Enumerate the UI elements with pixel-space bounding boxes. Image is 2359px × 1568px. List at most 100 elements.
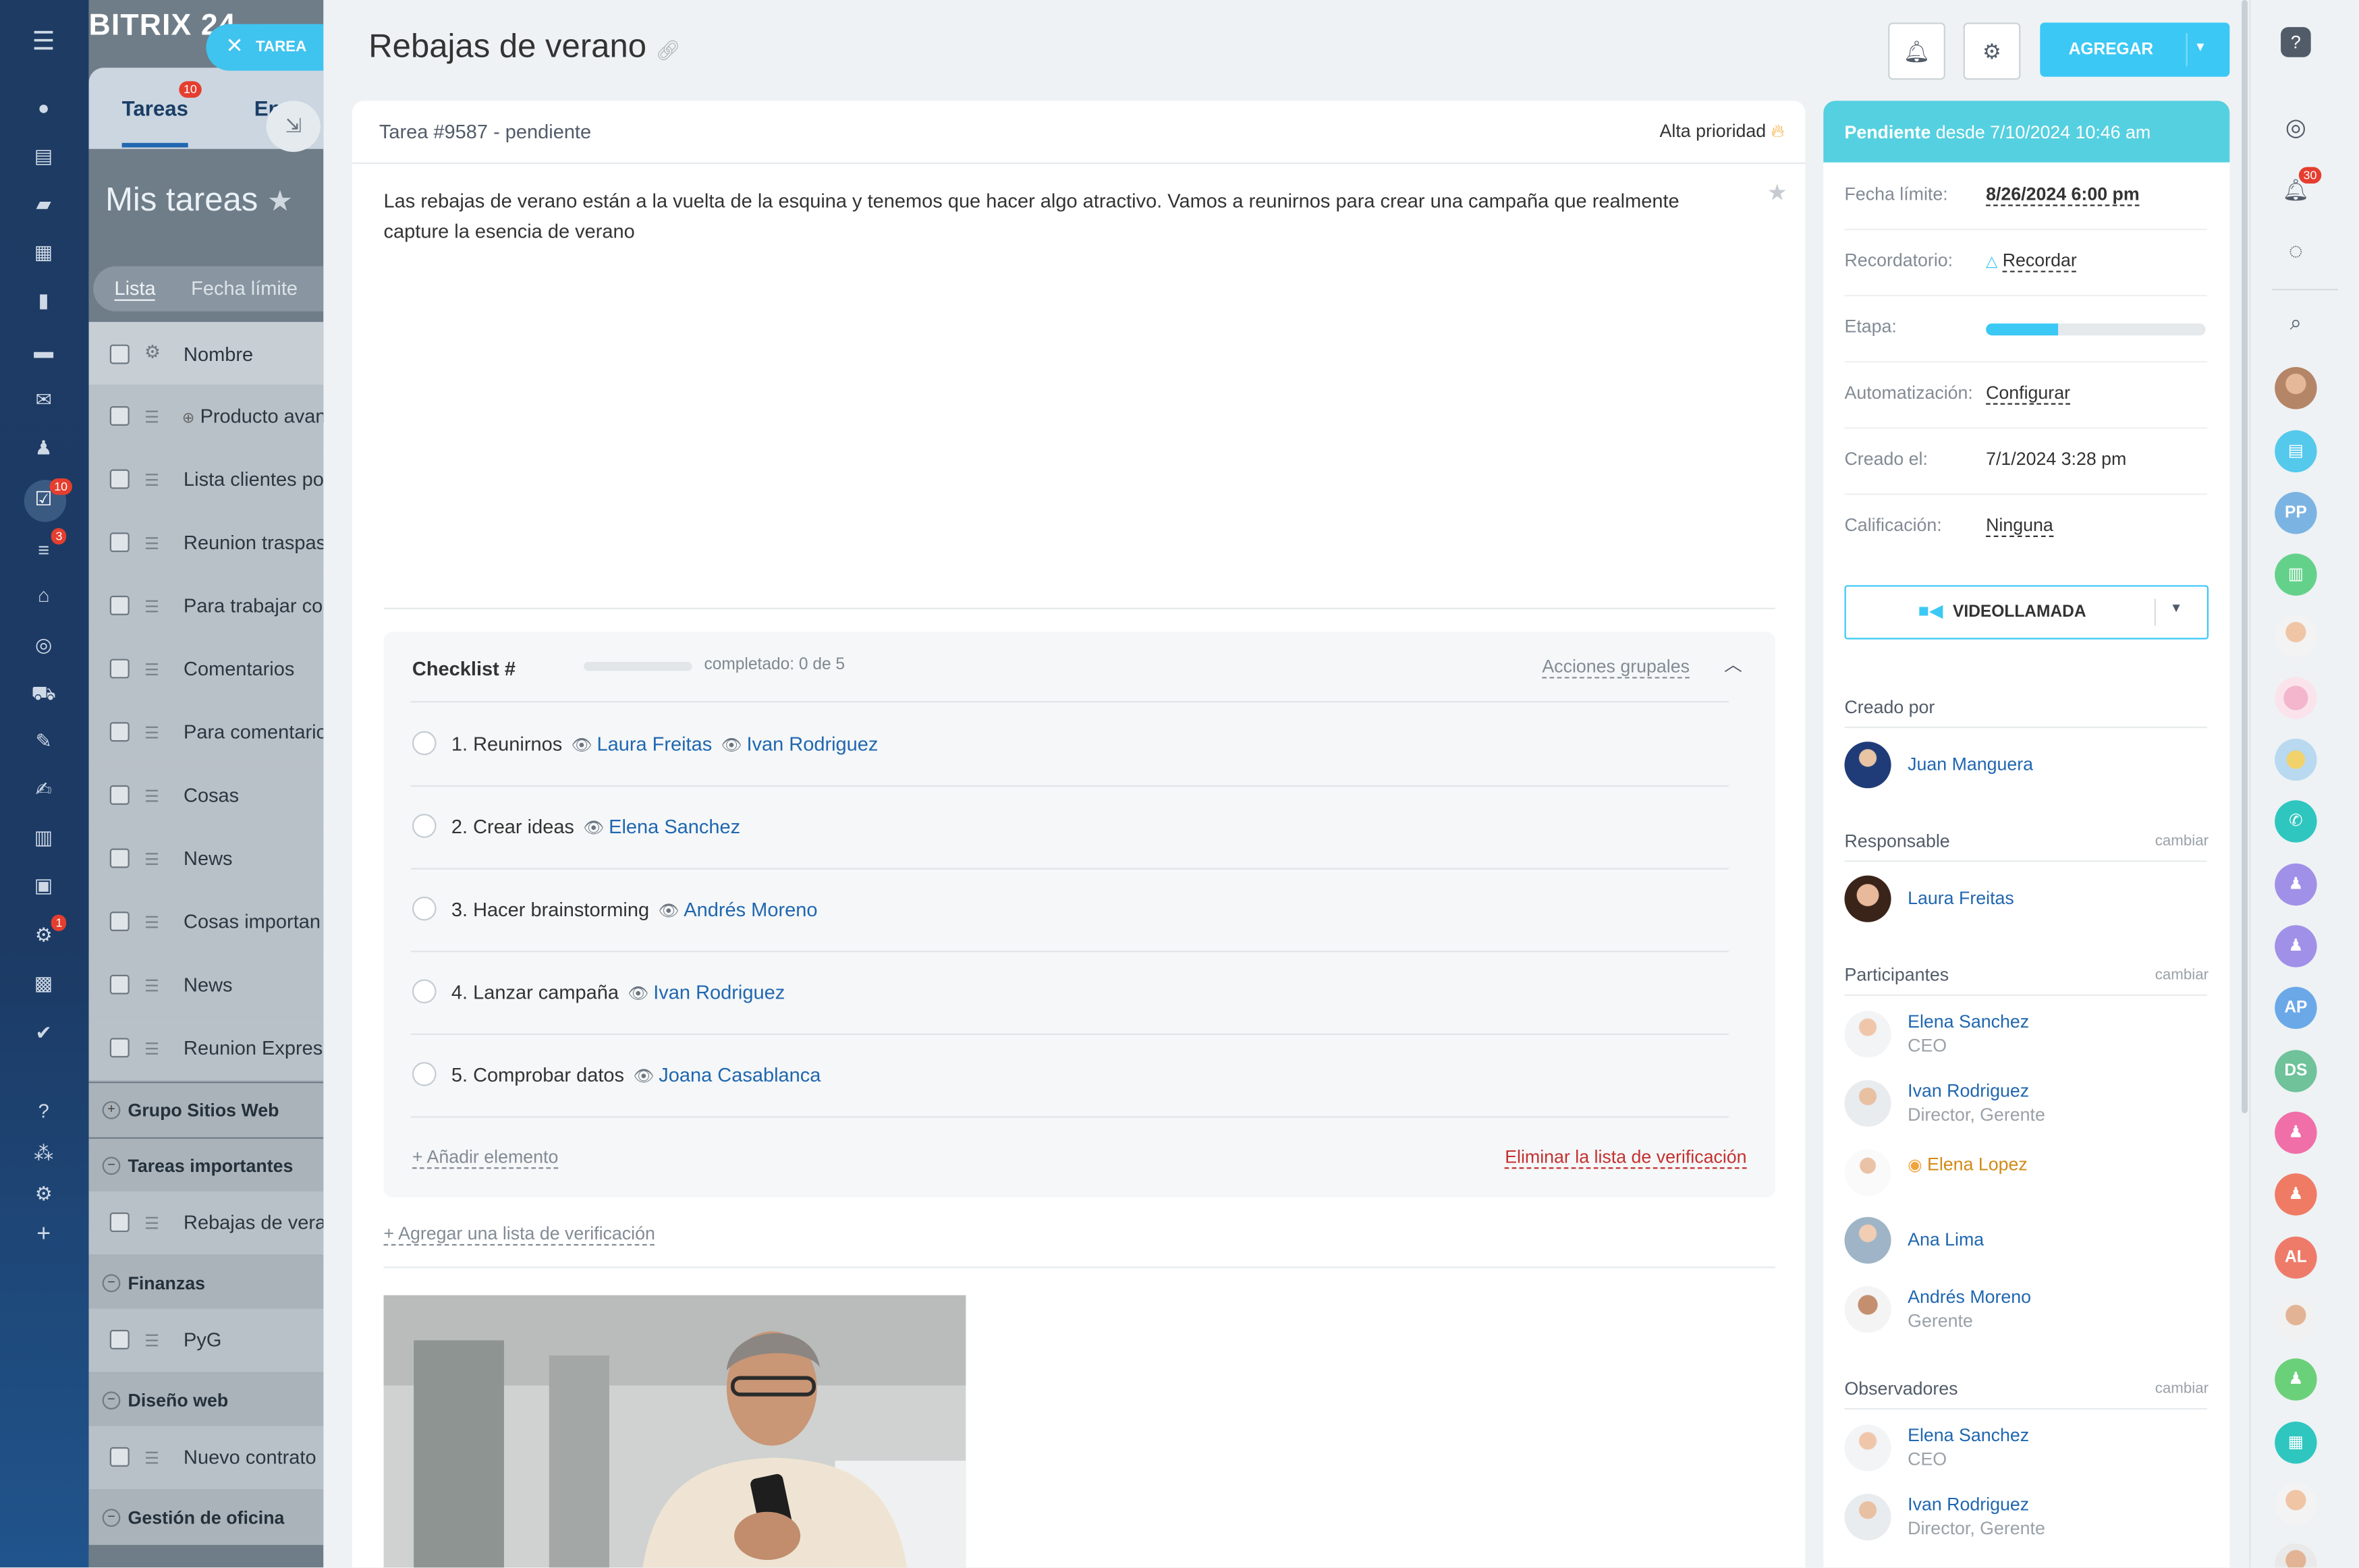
collapse-icon[interactable]: −	[102, 1509, 121, 1528]
drive-icon[interactable]: ▬	[27, 339, 60, 366]
checklist-item-checkbox[interactable]	[412, 979, 437, 1004]
stage-progress-bar[interactable]	[1986, 323, 2206, 336]
expand-icon[interactable]: +	[102, 1101, 121, 1119]
settings-icon[interactable]: ⚙	[27, 1181, 60, 1208]
group-header[interactable]: − Diseño web	[88, 1373, 324, 1428]
row-checkbox[interactable]	[109, 1329, 130, 1349]
avatar[interactable]	[2275, 1298, 2317, 1341]
person-link[interactable]: Ivan Rodriguez	[746, 733, 878, 755]
link-icon[interactable]: 🔗︎	[656, 39, 681, 61]
chat-icon[interactable]: ▰	[27, 191, 60, 218]
person-link[interactable]: Joana Casablanca	[659, 1063, 821, 1086]
table-row[interactable]: ☰ Reunion Express	[88, 1017, 324, 1082]
group-chat-icon[interactable]: ♟	[2275, 863, 2317, 906]
person-link[interactable]: Elena Sanchez	[609, 815, 740, 837]
row-checkbox[interactable]	[109, 595, 130, 615]
table-row[interactable]: ☰ Para trabajar co	[88, 574, 324, 640]
drag-icon[interactable]: ☰	[144, 661, 159, 680]
menu-icon[interactable]: ☰	[27, 28, 60, 55]
row-checkbox[interactable]	[109, 1447, 130, 1467]
person-card[interactable]: Elena Sanchez CEO	[1844, 1420, 2207, 1480]
chevron-up-icon[interactable]: ︿	[1724, 651, 1742, 677]
star-icon[interactable]: ★	[267, 186, 293, 218]
plus-icon[interactable]: +	[27, 1221, 60, 1248]
mail-icon[interactable]: ✉	[27, 387, 60, 414]
expand-icon[interactable]: ⊕	[182, 411, 195, 428]
person-card[interactable]: Ivan Rodriguez Director, Gerente	[1844, 1075, 2207, 1136]
avatar-initials[interactable]: AL	[2275, 1236, 2317, 1279]
group-header[interactable]: − Tareas importantes	[88, 1138, 324, 1194]
row-checkbox[interactable]	[109, 785, 130, 805]
person-link[interactable]: Ivan Rodriguez	[653, 981, 785, 1003]
drag-icon[interactable]: ☰	[144, 534, 159, 554]
chat-icon[interactable]: ▤	[2275, 430, 2317, 473]
phone-icon[interactable]: ✆	[2275, 800, 2317, 843]
table-row[interactable]: ☰ Comentarios	[88, 638, 324, 703]
help-icon[interactable]: ?	[27, 1098, 60, 1125]
row-checkbox[interactable]	[109, 1212, 130, 1233]
feed-icon[interactable]: ●	[27, 94, 60, 121]
checklist-item[interactable]: 4. Lanzar campaña 👁︎ Ivan Rodriguez	[410, 951, 1729, 1035]
avatar-initials[interactable]: AP	[2275, 986, 2317, 1030]
avatar[interactable]	[2275, 1483, 2317, 1525]
copilot-icon[interactable]: ◎	[2281, 114, 2311, 144]
table-row[interactable]: ☰ PyG	[88, 1308, 324, 1374]
row-checkbox[interactable]	[109, 722, 130, 742]
priority-label[interactable]: Alta prioridad 🔥︎	[1660, 120, 1785, 142]
help-icon[interactable]: ?	[2281, 27, 2311, 57]
table-row[interactable]: ☰ Nuevo contrato	[88, 1426, 324, 1491]
avatar[interactable]	[2275, 677, 2317, 719]
add-button[interactable]: AGREGAR ▾	[2040, 22, 2230, 77]
chevron-down-icon[interactable]: ▾	[2173, 600, 2180, 617]
group-header[interactable]: − Finanzas	[88, 1256, 324, 1310]
row-checkbox[interactable]	[109, 848, 130, 868]
search-icon[interactable]: ⌕	[2281, 307, 2311, 337]
table-row[interactable]: ☰ Rebajas de vera	[88, 1191, 324, 1256]
collapse-icon[interactable]: ⇲	[266, 101, 321, 152]
rating-value[interactable]: Ninguna	[1986, 515, 2053, 537]
change-participants-link[interactable]: cambiar	[2155, 968, 2209, 984]
bell-button[interactable]: 🔔︎	[1888, 22, 1945, 80]
checklist-item[interactable]: 1. Reunirnos 👁︎ Laura Freitas 👁︎ Ivan Rodrig…	[410, 702, 1729, 787]
projects-icon[interactable]: ▤	[27, 143, 60, 170]
person-card[interactable]: Laura Freitas	[1844, 871, 2207, 931]
collapse-icon[interactable]: −	[102, 1156, 121, 1175]
drag-icon[interactable]: ☰	[144, 1214, 159, 1234]
chevron-down-icon[interactable]: ▾	[2196, 39, 2204, 56]
table-row[interactable]: ☰ Lista clientes po	[88, 448, 324, 513]
table-row[interactable]: ☰ ⊕ Producto avanzado	[88, 385, 324, 450]
table-row[interactable]: ☰ Para comentario	[88, 700, 324, 766]
add-item-link[interactable]: + Añadir elemento	[412, 1146, 559, 1169]
delete-checklist-link[interactable]: Eliminar la lista de verificación	[1505, 1146, 1747, 1169]
drag-icon[interactable]: ☰	[144, 913, 159, 933]
avatar[interactable]	[2275, 1543, 2317, 1568]
view-deadline[interactable]: Fecha límite	[191, 277, 298, 299]
table-row[interactable]: ☰ News	[88, 953, 324, 1019]
documents-icon[interactable]: ▮	[27, 287, 60, 314]
select-all-checkbox[interactable]	[109, 344, 130, 364]
person-card[interactable]: Andrés Moreno Gerente	[1844, 1282, 2207, 1342]
close-slider-button[interactable]: ✕ TAREA	[206, 24, 330, 71]
analytics-icon[interactable]: ▥	[27, 824, 60, 851]
row-checkbox[interactable]	[109, 532, 130, 553]
checklist-item[interactable]: 3. Hacer brainstorming 👁︎ Andrés Moreno	[410, 868, 1729, 953]
videocall-button[interactable]: ■◀ VIDEOLLAMADA ▾	[1844, 585, 2209, 640]
sign-icon[interactable]: ✍	[27, 776, 60, 803]
tab-tasks[interactable]: Tareas	[122, 96, 188, 121]
person-card[interactable]: ◉ Elena Lopez	[1844, 1145, 2207, 1205]
collapse-icon[interactable]: −	[102, 1391, 121, 1410]
group-actions-link[interactable]: Acciones grupales	[1542, 656, 1690, 679]
person-link[interactable]: Andrés Moreno	[684, 898, 817, 920]
avatar-initials[interactable]: DS	[2275, 1050, 2317, 1092]
group-header[interactable]: − Gestión de oficina	[88, 1490, 324, 1545]
group-chat-icon[interactable]: ♟	[2275, 925, 2317, 968]
person-link[interactable]: Laura Freitas	[596, 733, 712, 755]
person-card[interactable]: Ana Lima	[1844, 1212, 2207, 1272]
avatar[interactable]	[2275, 738, 2317, 781]
bank-icon[interactable]: ⌂	[27, 582, 60, 609]
deadline-value[interactable]: 8/26/2024 6:00 pm	[1986, 184, 2140, 206]
avatar[interactable]	[2275, 615, 2317, 658]
person-card[interactable]: Juan Manguera	[1844, 737, 2207, 797]
change-responsible-link[interactable]: cambiar	[2155, 833, 2209, 850]
drag-icon[interactable]: ☰	[144, 1449, 159, 1468]
